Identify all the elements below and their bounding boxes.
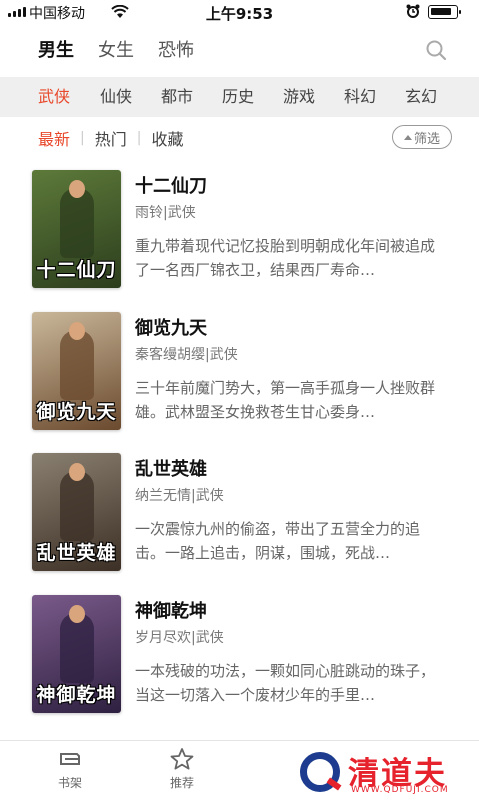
- category-xianxia[interactable]: 仙侠: [100, 77, 132, 117]
- cover-title: 御览九天: [36, 401, 117, 423]
- cover-title: 十二仙刀: [36, 259, 117, 281]
- cover-figure: [60, 613, 94, 683]
- sort-favorites[interactable]: 收藏: [151, 126, 183, 150]
- cover-figure-head: [69, 605, 85, 623]
- book-cover[interactable]: 乱世英雄: [32, 453, 121, 571]
- star-icon: [170, 748, 194, 770]
- watermark-logo: 清道夫 WWW.QDFUJI.COM: [296, 748, 472, 800]
- caret-up-icon: [403, 134, 412, 140]
- book-description: 三十年前魔门势大，第一高手孤身一人挫败群雄。武林盟圣女挽救苍生甘心委身…: [135, 379, 436, 421]
- nav-recommend[interactable]: 推荐: [152, 747, 212, 791]
- book-item[interactable]: 御览九天 御览九天 秦客缦胡缨|武侠 三十年前魔门势大，第一高手孤身一人挫败群雄…: [0, 312, 479, 454]
- book-author-genre: 纳兰无情|武侠: [135, 488, 224, 504]
- search-icon[interactable]: [425, 39, 447, 61]
- book-cover[interactable]: 御览九天: [32, 312, 121, 430]
- book-description: 一本残破的功法，一颗如同心脏跳动的珠子，当这一切落入一个废材少年的手里…: [135, 662, 436, 704]
- battery-icon: [428, 5, 461, 19]
- category-bar: 武侠 仙侠 都市 历史 游戏 科幻 玄幻: [0, 77, 479, 117]
- watermark-url: WWW.QDFUJI.COM: [351, 785, 449, 795]
- book-title[interactable]: 神御乾坤: [135, 597, 207, 623]
- book-author-genre: 秦客缦胡缨|武侠: [135, 347, 238, 363]
- book-item[interactable]: 神御乾坤 神御乾坤 岁月尽欢|武侠 一本残破的功法，一颗如同心脏跳动的珠子，当这…: [0, 595, 479, 737]
- watermark-q-icon: [300, 752, 340, 792]
- tab-female[interactable]: 女生: [98, 36, 134, 66]
- book-cover[interactable]: 神御乾坤: [32, 595, 121, 713]
- tab-horror[interactable]: 恐怖: [158, 36, 194, 66]
- category-wuxia[interactable]: 武侠: [38, 77, 70, 117]
- cover-figure-head: [69, 180, 85, 198]
- cover-figure: [60, 471, 94, 541]
- book-author-genre: 雨铃|武侠: [135, 205, 196, 221]
- sort-tabs: 最新 | 热门 | 收藏: [38, 125, 183, 151]
- book-cover[interactable]: 十二仙刀: [32, 170, 121, 288]
- book-title[interactable]: 十二仙刀: [135, 172, 207, 198]
- nav-bookshelf[interactable]: 书架: [40, 747, 100, 791]
- tab-male[interactable]: 男生: [38, 36, 74, 66]
- sort-divider: |: [80, 130, 85, 146]
- book-description: 一次震惊九州的偷盗，带出了五营全力的追击。一路上追击，阴谋，围城，死战…: [135, 520, 421, 562]
- cover-figure: [60, 330, 94, 400]
- category-dushi[interactable]: 都市: [161, 77, 193, 117]
- book-title[interactable]: 乱世英雄: [135, 455, 207, 481]
- gender-tabs: 男生 女生 恐怖: [38, 36, 194, 66]
- book-item[interactable]: 十二仙刀 十二仙刀 雨铃|武侠 重九带着现代记忆投胎到明朝成化年间被追成了一名西…: [0, 170, 479, 312]
- bookshelf-icon: [60, 753, 80, 765]
- book-author-genre: 岁月尽欢|武侠: [135, 630, 224, 646]
- sort-newest[interactable]: 最新: [38, 126, 70, 150]
- cover-figure-head: [69, 322, 85, 340]
- category-lishi[interactable]: 历史: [222, 77, 254, 117]
- cover-title: 乱世英雄: [36, 542, 117, 564]
- category-kehuan[interactable]: 科幻: [344, 77, 376, 117]
- cover-figure-head: [69, 463, 85, 481]
- filter-label: 筛选: [413, 131, 440, 147]
- nav-bookshelf-label: 书架: [57, 776, 82, 790]
- nav-recommend-label: 推荐: [169, 776, 194, 790]
- category-youxi[interactable]: 游戏: [283, 77, 315, 117]
- book-title[interactable]: 御览九天: [135, 314, 207, 340]
- cover-title: 神御乾坤: [36, 684, 117, 706]
- status-bar: 中国移动 上午9:53: [0, 0, 479, 24]
- book-description: 重九带着现代记忆投胎到明朝成化年间被追成了一名西厂锦衣卫，结果西厂寿命…: [135, 237, 436, 279]
- cover-figure: [60, 188, 94, 258]
- category-xuanhuan[interactable]: 玄幻: [405, 77, 437, 117]
- alarm-clock-icon: [406, 4, 420, 18]
- book-item[interactable]: 乱世英雄 乱世英雄 纳兰无情|武侠 一次震惊九州的偷盗，带出了五营全力的追击。一…: [0, 453, 479, 595]
- sort-divider: |: [136, 130, 142, 146]
- filter-button[interactable]: 筛选: [392, 125, 452, 149]
- sort-hot[interactable]: 热门: [95, 126, 127, 150]
